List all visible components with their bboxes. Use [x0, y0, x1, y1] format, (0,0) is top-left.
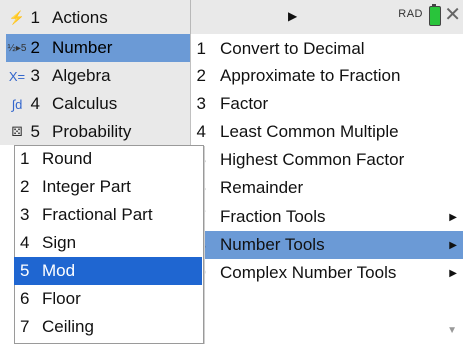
- menu-item-probability[interactable]: ⚄ 5 Probability: [6, 118, 190, 146]
- submenu-arrow-icon: ▶: [449, 239, 457, 251]
- x-equals-icon: X=: [8, 68, 26, 84]
- submenu-item-complex-number-tools[interactable]: 9 Complex Number Tools ▶: [196, 259, 463, 287]
- submenu-arrow-icon: ▶: [449, 267, 457, 279]
- angle-mode-indicator: RAD: [398, 8, 423, 20]
- menu-item-number[interactable]: ½▸5 2 Number: [6, 34, 190, 62]
- submenu-item-remainder[interactable]: 6 Remainder: [196, 174, 463, 202]
- tool-item-ceiling[interactable]: 7 Ceiling: [14, 313, 202, 341]
- lightning-icon: ⚡: [8, 10, 26, 25]
- tool-item-mod[interactable]: 5 Mod: [14, 257, 202, 285]
- top-bar: ▶ RAD ✕: [190, 0, 463, 34]
- tool-item-fractional-part[interactable]: 3 Fractional Part: [14, 201, 202, 229]
- submenu-arrow-icon: ▶: [288, 9, 298, 23]
- submenu-item-convert-to-decimal[interactable]: 1 Convert to Decimal: [196, 35, 463, 63]
- submenu-item-factor[interactable]: 3 Factor: [196, 90, 463, 118]
- submenu-item-number-tools[interactable]: 8 Number Tools ▶: [196, 231, 463, 259]
- menu-item-algebra[interactable]: X= 3 Algebra: [6, 62, 190, 90]
- tool-item-floor[interactable]: 6 Floor: [14, 285, 202, 313]
- dice-icon: ⚄: [11, 124, 23, 139]
- tool-item-integer-part[interactable]: 2 Integer Part: [14, 173, 202, 201]
- integral-icon: ∫d: [11, 96, 23, 112]
- submenu-item-fraction-tools[interactable]: 7 Fraction Tools ▶: [196, 203, 463, 231]
- submenu-item-highest-common-factor[interactable]: 5 Highest Common Factor: [196, 146, 463, 174]
- calculator-screen: ▶ RAD ✕ ⚡ 1 Actions ½▸5 2 Number X= 3 Al…: [0, 0, 463, 344]
- submenu-item-approximate-to-fraction[interactable]: 2 Approximate to Fraction: [196, 62, 463, 90]
- close-icon[interactable]: ✕: [444, 2, 461, 27]
- submenu-item-least-common-multiple[interactable]: 4 Least Common Multiple: [196, 118, 463, 146]
- battery-icon: [429, 4, 441, 26]
- menu-item-calculus[interactable]: ∫d 4 Calculus: [6, 90, 190, 118]
- tool-item-round[interactable]: 1 Round: [14, 145, 202, 173]
- fraction-decimal-icon: ½▸5: [7, 42, 27, 54]
- scroll-down-icon[interactable]: ▼: [447, 325, 457, 336]
- menu-item-actions[interactable]: ⚡ 1 Actions: [6, 4, 190, 32]
- submenu-arrow-icon: ▶: [449, 211, 457, 223]
- tool-item-sign[interactable]: 4 Sign: [14, 229, 202, 257]
